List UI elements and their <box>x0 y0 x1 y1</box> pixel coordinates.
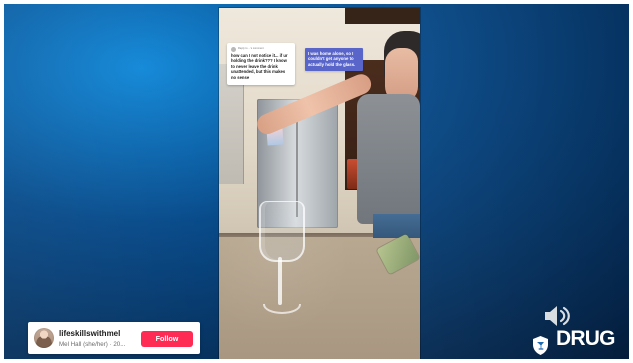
person-shirt <box>357 94 420 224</box>
drink-shield-icon <box>530 335 551 356</box>
wine-glass-bowl <box>259 201 305 262</box>
upper-cabinet <box>345 8 420 24</box>
comment-meta: Reply to ...'s comment <box>238 47 264 51</box>
profile-card: lifeskillswithmel Mel Hall (she/her) · 2… <box>28 322 200 354</box>
wine-glass-base <box>263 304 301 314</box>
follow-button[interactable]: Follow <box>141 331 193 347</box>
video-caption: I was home alone, so I couldn't get anyo… <box>305 48 363 72</box>
brand-logo-text: DRUG <box>556 327 615 350</box>
comment-reply-header: Reply to ...'s comment <box>231 47 291 52</box>
avatar <box>34 328 54 348</box>
profile-username: lifeskillswithmel <box>59 329 121 338</box>
wine-glass <box>255 201 309 327</box>
person-jeans <box>373 214 420 238</box>
wine-glass-stem <box>278 257 282 305</box>
profile-subtitle: Mel Hall (she/her) · 20... <box>59 341 126 348</box>
comment-avatar <box>231 47 236 52</box>
comment-reply-card: Reply to ...'s comment how can I not not… <box>227 43 295 85</box>
video-frame: Reply to ...'s comment how can I not not… <box>4 4 629 359</box>
comment-text: how can I not notice it... if ur holding… <box>231 53 288 80</box>
tiktok-video[interactable]: Reply to ...'s comment how can I not not… <box>219 8 420 359</box>
